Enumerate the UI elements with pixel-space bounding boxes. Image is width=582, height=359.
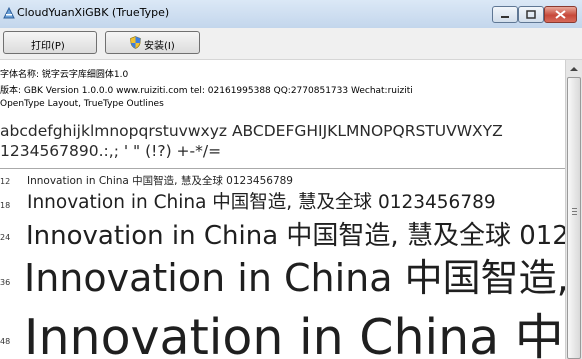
size-label-48: 48 (0, 337, 11, 346)
toolbar: 打印(P) 安装(I) (0, 28, 582, 60)
close-button[interactable] (544, 6, 577, 23)
size-label-18: 18 (0, 201, 11, 210)
print-button-label: 打印(P) (31, 41, 65, 52)
font-app-icon (3, 7, 15, 19)
minimize-icon (501, 16, 509, 18)
maximize-icon (526, 10, 536, 19)
window-title: CloudYuanXiGBK (TrueType) (17, 6, 170, 19)
charset-digits-symbols: 1234567890.:,; ' " (!?) +-*/= (0, 142, 222, 160)
sample-text-36: Innovation in China 中国智造, 慧及全球 012345678… (24, 256, 565, 300)
size-label-12: 12 (0, 177, 11, 186)
shield-icon (130, 36, 141, 49)
font-type-line: OpenType Layout, TrueType Outlines (0, 99, 164, 109)
install-button-label: 安装(I) (144, 41, 175, 52)
sample-text-48: Innovation in China 中国智造, 慧及全球 012345678… (24, 309, 565, 359)
print-button[interactable]: 打印(P) (3, 31, 97, 54)
sample-text-18: Innovation in China 中国智造, 慧及全球 012345678… (27, 192, 496, 213)
scrollbar-thumb[interactable] (567, 77, 581, 359)
install-button[interactable]: 安装(I) (105, 31, 200, 54)
size-label-24: 24 (0, 233, 11, 242)
font-name-line: 字体名称: 锐字云字库细圆体1.0 (0, 70, 129, 80)
font-preview-area: 字体名称: 锐字云字库细圆体1.0 版本: GBK Version 1.0.0.… (0, 60, 565, 359)
scroll-up-arrow-icon[interactable] (570, 67, 578, 71)
vertical-scrollbar[interactable] (565, 60, 582, 359)
charset-letters: abcdefghijklmnopqrstuvwxyz ABCDEFGHIJKLM… (0, 122, 503, 140)
size-label-36: 36 (0, 278, 11, 287)
font-version-line: 版本: GBK Version 1.0.0.0 www.ruiziti.com … (0, 86, 413, 96)
title-bar[interactable]: CloudYuanXiGBK (TrueType) (0, 0, 582, 28)
separator-line (0, 168, 565, 169)
minimize-button[interactable] (492, 6, 518, 23)
grip-icon (572, 208, 577, 216)
close-icon (555, 10, 566, 19)
sample-text-12: Innovation in China 中国智造, 慧及全球 012345678… (27, 175, 293, 187)
maximize-button[interactable] (518, 6, 544, 23)
